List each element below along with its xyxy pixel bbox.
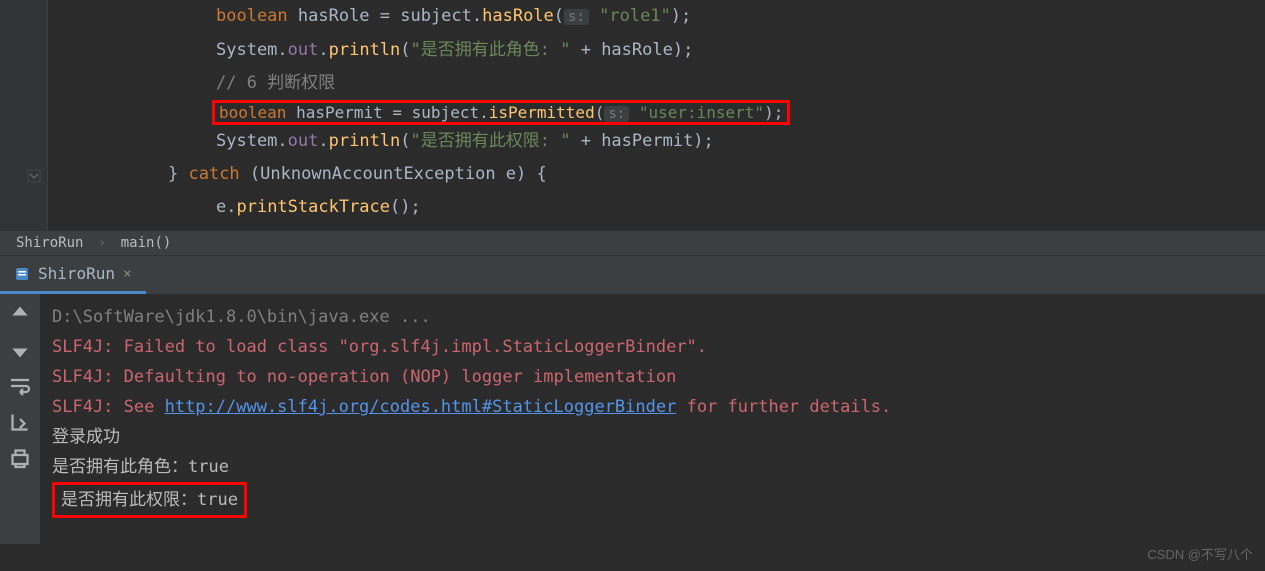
console-panel: D:\SoftWare\jdk1.8.0\bin\java.exe ... SL… xyxy=(0,294,1265,544)
run-tab-label: ShiroRun xyxy=(38,264,115,283)
run-tab[interactable]: ShiroRun × xyxy=(0,256,146,294)
console-error: SLF4J: See http://www.slf4j.org/codes.ht… xyxy=(52,392,1253,422)
highlighted-output-line: 是否拥有此权限：true xyxy=(52,482,1253,518)
code-line: boolean hasRole = subject.hasRole(s: "ro… xyxy=(48,0,1265,34)
code-line: // 6 判断权限 xyxy=(48,67,1265,100)
breadcrumb-separator: › xyxy=(98,235,106,251)
scroll-to-end-icon[interactable] xyxy=(8,410,32,434)
gutter-fold-icon[interactable] xyxy=(26,168,42,184)
console-toolbar xyxy=(0,294,40,544)
console-output[interactable]: D:\SoftWare\jdk1.8.0\bin\java.exe ... SL… xyxy=(40,294,1265,544)
run-config-icon xyxy=(14,266,30,282)
soft-wrap-icon[interactable] xyxy=(8,374,32,398)
run-tabs: ShiroRun × xyxy=(0,256,1265,294)
watermark: CSDN @不写八个 xyxy=(1147,544,1253,563)
console-output-line: 登录成功 xyxy=(52,422,1253,452)
up-arrow-icon[interactable] xyxy=(8,302,32,326)
highlighted-code-line: boolean hasPermit = subject.isPermitted(… xyxy=(48,100,1265,125)
breadcrumb-class[interactable]: ShiroRun xyxy=(16,235,83,251)
code-line: System.out.println("是否拥有此权限: " + hasPerm… xyxy=(48,125,1265,158)
breadcrumb-method[interactable]: main() xyxy=(121,235,172,251)
console-command: D:\SoftWare\jdk1.8.0\bin\java.exe ... xyxy=(52,302,1253,332)
console-error: SLF4J: Failed to load class "org.slf4j.i… xyxy=(52,332,1253,362)
code-editor[interactable]: boolean hasRole = subject.hasRole(s: "ro… xyxy=(0,0,1265,230)
close-icon[interactable]: × xyxy=(123,266,131,282)
code-line: e.printStackTrace(); xyxy=(48,191,1265,224)
console-output-line: 是否拥有此角色：true xyxy=(52,452,1253,482)
console-error: SLF4J: Defaulting to no-operation (NOP) … xyxy=(52,362,1253,392)
down-arrow-icon[interactable] xyxy=(8,338,32,362)
print-icon[interactable] xyxy=(8,446,32,470)
breadcrumb: ShiroRun › main() xyxy=(0,230,1265,256)
console-link[interactable]: http://www.slf4j.org/codes.html#StaticLo… xyxy=(165,397,677,417)
code-line: System.out.println("是否拥有此角色: " + hasRole… xyxy=(48,34,1265,67)
editor-gutter xyxy=(0,0,48,230)
code-line: } catch (UnknownAccountException e) { xyxy=(48,158,1265,191)
